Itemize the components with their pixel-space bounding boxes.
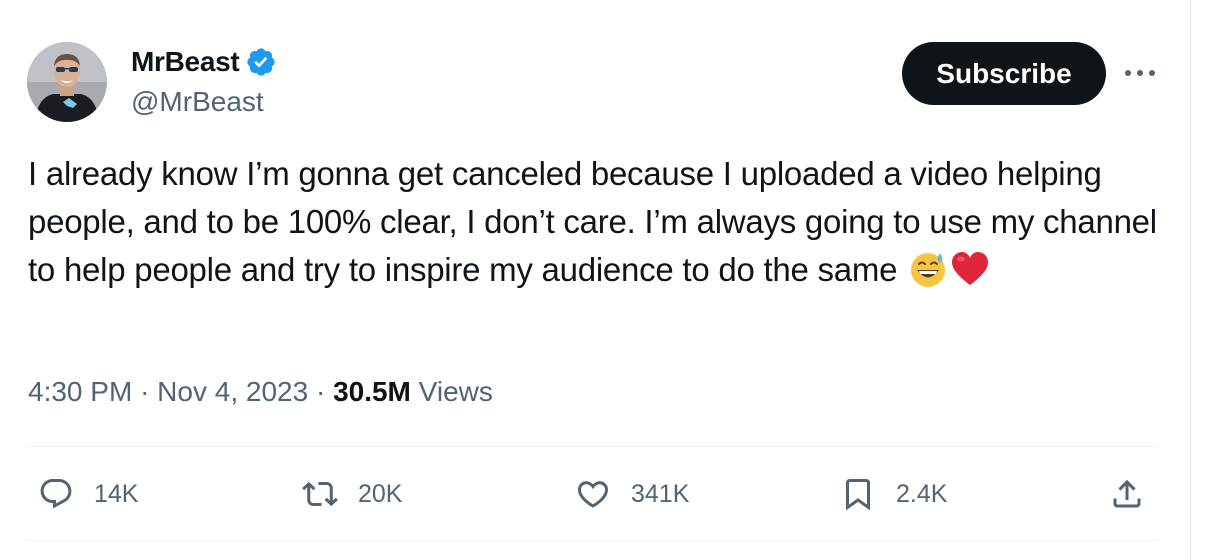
avatar[interactable] [27,42,107,122]
share-button[interactable] [1109,476,1145,512]
bookmark-count: 2.4K [896,479,948,508]
avatar-image [27,42,107,122]
repost-icon [302,481,338,507]
like-icon [577,481,609,508]
author-display-name[interactable]: MrBeast [131,46,240,78]
bookmark-icon [846,479,870,511]
verified-badge-icon [247,48,276,76]
reply-button[interactable]: 14K [38,476,138,512]
tweet-actions: 14K 20K 341K 2.4K [28,462,1158,528]
author-handle[interactable]: @MrBeast [131,86,264,118]
meta-separator: · [140,376,150,407]
meta-separator: · [315,376,326,407]
like-count: 341K [631,479,690,508]
tweet-date[interactable]: Nov 4, 2023 [157,376,308,407]
tweet-card: MrBeast @MrBeast Subscribe I already kno… [0,0,1191,560]
views-label: Views [418,376,493,407]
tweet-meta: 4:30 PM · Nov 4, 2023 · 30.5M Views [28,376,493,408]
author-name-row[interactable]: MrBeast [131,46,277,78]
more-horizontal-icon [1125,70,1155,76]
tweet-text: I already know I’m gonna get canceled be… [28,150,1158,294]
divider-bottom [28,540,1158,541]
tweet-time[interactable]: 4:30 PM [28,376,132,407]
subscribe-button[interactable]: Subscribe [902,42,1106,105]
bookmark-button[interactable]: 2.4K [840,476,947,512]
repost-count: 20K [358,479,403,508]
red-heart-emoji [952,252,989,285]
views-count[interactable]: 30.5M [333,376,411,407]
more-options-button[interactable] [1122,58,1158,88]
divider-top [28,446,1158,447]
like-button[interactable]: 341K [575,476,689,512]
grinning-sweat-emoji [911,253,946,287]
share-icon [1113,479,1141,508]
repost-button[interactable]: 20K [302,476,402,512]
reply-count: 14K [94,479,139,508]
reply-icon [40,479,72,509]
